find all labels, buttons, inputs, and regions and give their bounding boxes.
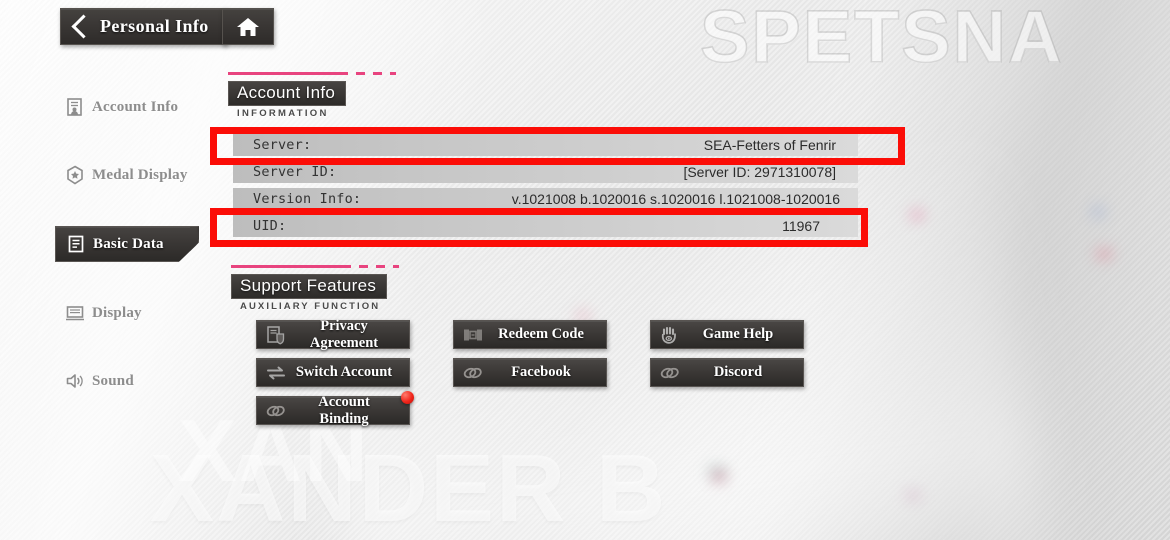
button-row: Account Binding: [256, 391, 804, 427]
section-accent-rule: [231, 265, 399, 268]
gift-code-icon: [462, 325, 484, 345]
sidebar-item-display[interactable]: Display: [55, 296, 215, 330]
color-artifact: [905, 490, 921, 501]
sidebar-item-medal-display[interactable]: Medal Display: [55, 158, 215, 192]
account-binding-button[interactable]: Account Binding: [256, 391, 414, 427]
button-label: Account Binding: [318, 393, 370, 427]
button-row: Switch Account Facebook Discord: [256, 358, 804, 387]
color-artifact: [1090, 206, 1106, 218]
sidebar-item-label: Display: [92, 304, 142, 321]
sidebar-item-label: Account Info: [92, 98, 179, 115]
row-key: Server ID:: [253, 164, 337, 180]
sidebar-item-label: Sound: [92, 372, 134, 389]
section-title: Account Info: [228, 81, 347, 106]
link-chain-icon: [462, 363, 484, 383]
button-label: Privacy Agreement: [309, 317, 379, 351]
background-sheen: [717, 0, 1170, 540]
watermark-top-right: SPETSNA: [699, 0, 1064, 79]
sidebar-item-label: Basic Data: [93, 235, 164, 252]
button-label: Discord: [713, 364, 763, 380]
monitor-icon: [65, 303, 85, 323]
section-subtitle: INFORMATION: [237, 108, 329, 119]
link-chain-icon: [659, 363, 681, 383]
home-icon: [236, 16, 260, 38]
table-row-server: Server: SEA-Fetters of Fenrir: [233, 134, 858, 156]
button-label: Facebook: [511, 364, 571, 380]
color-artifact: [707, 465, 727, 479]
row-value: [Server ID: 2971310078]: [683, 164, 836, 180]
document-lines-icon: [66, 234, 86, 254]
privacy-agreement-button[interactable]: Privacy Agreement: [256, 317, 410, 351]
medal-hexagon-icon: [65, 165, 85, 185]
section-title: Support Features: [231, 274, 388, 299]
facebook-button[interactable]: Facebook: [453, 358, 607, 387]
watermark-bottom-left: XANDER B: [150, 435, 668, 540]
sidebar-item-account-info[interactable]: Account Info: [55, 90, 215, 124]
row-value: v.1021008 b.1020016 s.1020016 l.1021008-…: [511, 191, 840, 207]
notification-badge: [199, 220, 214, 235]
chevron-left-icon: [71, 14, 96, 39]
button-label: Redeem Code: [498, 326, 584, 342]
sidebar-item-sound[interactable]: Sound: [55, 364, 215, 398]
table-row-uid: UID: 11967: [233, 215, 858, 237]
back-button[interactable]: Personal Info: [60, 8, 227, 45]
row-value: 11967: [782, 218, 820, 234]
section-account-info-header: Account Info INFORMATION: [228, 72, 396, 119]
row-key: Version Info:: [253, 191, 362, 207]
button-label: Game Help: [702, 326, 774, 342]
home-button[interactable]: [222, 8, 274, 45]
row-value: SEA-Fetters of Fenrir: [703, 137, 836, 153]
account-info-rows: Server: SEA-Fetters of Fenrir Server ID:…: [233, 134, 858, 242]
notification-badge: [401, 391, 414, 404]
section-subtitle: AUXILIARY FUNCTION: [240, 301, 381, 312]
link-chain-icon: [265, 401, 287, 421]
redeem-code-button[interactable]: Redeem Code: [453, 320, 607, 349]
document-shield-icon: [265, 325, 287, 345]
button-label: Switch Account: [295, 364, 393, 380]
hand-help-icon: [659, 325, 681, 345]
discord-button[interactable]: Discord: [650, 358, 804, 387]
row-key: UID:: [253, 218, 287, 234]
section-support-features-header: Support Features AUXILIARY FUNCTION: [231, 265, 399, 312]
document-person-icon: [65, 97, 85, 117]
table-row-version-info: Version Info: v.1021008 b.1020016 s.1020…: [233, 188, 858, 210]
color-artifact: [712, 470, 726, 482]
sidebar-item-basic-data[interactable]: Basic Data: [55, 226, 199, 262]
button-row: Privacy Agreement Redeem Code Game Help: [256, 317, 804, 351]
table-row-server-id: Server ID: [Server ID: 2971310078]: [233, 161, 858, 183]
switch-account-button[interactable]: Switch Account: [256, 358, 410, 387]
selection-tail: [190, 227, 199, 261]
color-artifact: [910, 210, 924, 220]
sidebar: Account Info Medal Display Basic Data Di…: [55, 90, 215, 432]
row-key: Server:: [253, 137, 312, 153]
game-settings-screen: SPETSNA XANDER B XAN Personal Info Accou…: [0, 0, 1170, 540]
back-button-label: Personal Info: [100, 16, 209, 36]
section-accent-rule: [228, 72, 396, 75]
swap-arrows-icon: [265, 363, 287, 383]
sidebar-item-label: Medal Display: [92, 166, 188, 183]
color-artifact: [1095, 248, 1113, 260]
game-help-button[interactable]: Game Help: [650, 320, 804, 349]
speaker-icon: [65, 371, 85, 391]
support-feature-buttons: Privacy Agreement Redeem Code Game Help …: [256, 317, 804, 434]
